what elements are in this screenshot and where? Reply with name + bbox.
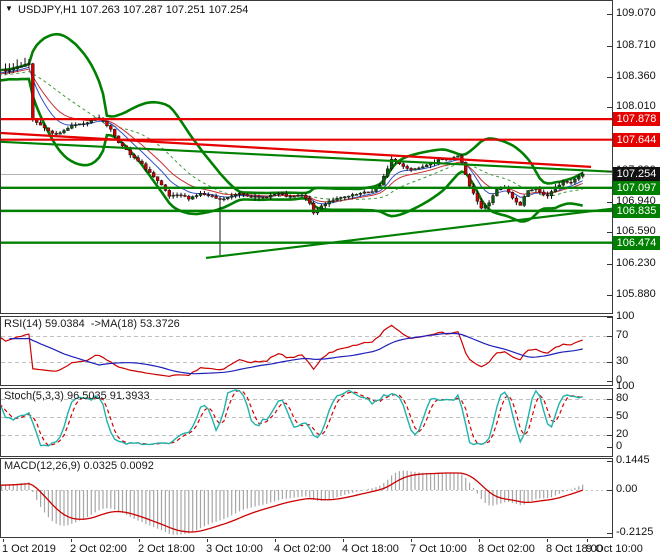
chart-dropdown-icon[interactable]: ▼: [5, 4, 13, 13]
time-axis-tick: [71, 539, 72, 542]
axis-tick-label: 0.00: [616, 483, 638, 495]
axis-tick-label: 100: [616, 310, 635, 322]
time-axis-label: 1 Oct 2019: [2, 543, 56, 555]
axis-tick-label: 0: [616, 440, 623, 452]
time-axis-label: 2 Oct 18:00: [138, 543, 195, 555]
axis-tick-label: 80: [616, 392, 629, 404]
stochastic-indicator-panel: Stoch(5,3,3) 96.5035 91.3933: [0, 388, 613, 457]
axis-tick-label: 105.880: [616, 287, 656, 300]
price-badge-red: 107.878: [613, 112, 660, 127]
time-axis-label: 4 Oct 02:00: [274, 543, 331, 555]
axis-tick-label: 30: [616, 354, 629, 367]
axis-tick-label: 20: [616, 428, 629, 440]
time-axis-label: 8 Oct 02:00: [478, 543, 535, 555]
axis-tick-label: 106.230: [616, 257, 656, 270]
price-axis[interactable]: 109.070108.710108.360108.010107.290106.9…: [613, 0, 660, 560]
time-axis-label: 3 Oct 10:00: [206, 543, 263, 555]
main-chart-panel: ▼ USDJPY,H1 107.263 107.287 107.251 107.…: [0, 0, 613, 314]
axis-tick-label: 108.710: [616, 38, 656, 51]
rsi-label: RSI(14) 59.0384 ->MA(18) 53.3726: [4, 318, 180, 330]
time-axis-tick: [207, 539, 208, 542]
axis-tick-label: 108.010: [616, 100, 656, 113]
axis-tick-label: 108.360: [616, 69, 656, 82]
axis-tick-label: 0.1445: [616, 454, 650, 467]
time-axis-tick: [275, 539, 276, 542]
price-badge-green: 106.474: [613, 235, 660, 250]
macd-label: MACD(12,26,9) 0.0325 0.0092: [4, 460, 154, 472]
rsi-indicator-panel: RSI(14) 59.0384 ->MA(18) 53.3726: [0, 316, 613, 386]
time-axis-tick: [343, 539, 344, 542]
time-axis-tick: [139, 539, 140, 542]
axis-tick-label: 50: [616, 410, 629, 422]
time-axis-label: 2 Oct 02:00: [70, 543, 127, 555]
chart-title: USDJPY,H1 107.263 107.287 107.251 107.25…: [18, 4, 249, 16]
price-badge-green: 106.835: [613, 203, 660, 218]
price-badge-green: 107.097: [613, 180, 660, 195]
time-axis-tick: [587, 539, 588, 542]
stochastic-label: Stoch(5,3,3) 96.5035 91.3933: [4, 390, 150, 402]
price-badge-red: 107.644: [613, 132, 660, 147]
time-axis-label: 4 Oct 18:00: [342, 543, 399, 555]
macd-indicator-panel: MACD(12,26,9) 0.0325 0.0092: [0, 458, 613, 538]
axis-tick-label: 70: [616, 329, 629, 342]
time-axis-label: 9 Oct 10:00: [586, 543, 643, 555]
time-axis-tick: [547, 539, 548, 542]
main-chart-canvas[interactable]: [1, 1, 612, 313]
time-axis[interactable]: 1 Oct 2019 2 Oct 02:00 2 Oct 18:00 3 Oct 10…: [0, 539, 660, 560]
axis-tick-label: -0.2125: [616, 525, 654, 538]
trading-terminal-window: ▼ USDJPY,H1 107.263 107.287 107.251 107.…: [0, 0, 660, 560]
axis-tick-label: 100: [616, 380, 635, 392]
price-badge-current: 107.254: [613, 167, 660, 181]
time-axis-label: 7 Oct 10:00: [410, 543, 467, 555]
time-axis-tick: [411, 539, 412, 542]
time-axis-tick: [3, 539, 4, 542]
axis-tick-label: 109.070: [616, 7, 656, 20]
time-axis-tick: [479, 539, 480, 542]
